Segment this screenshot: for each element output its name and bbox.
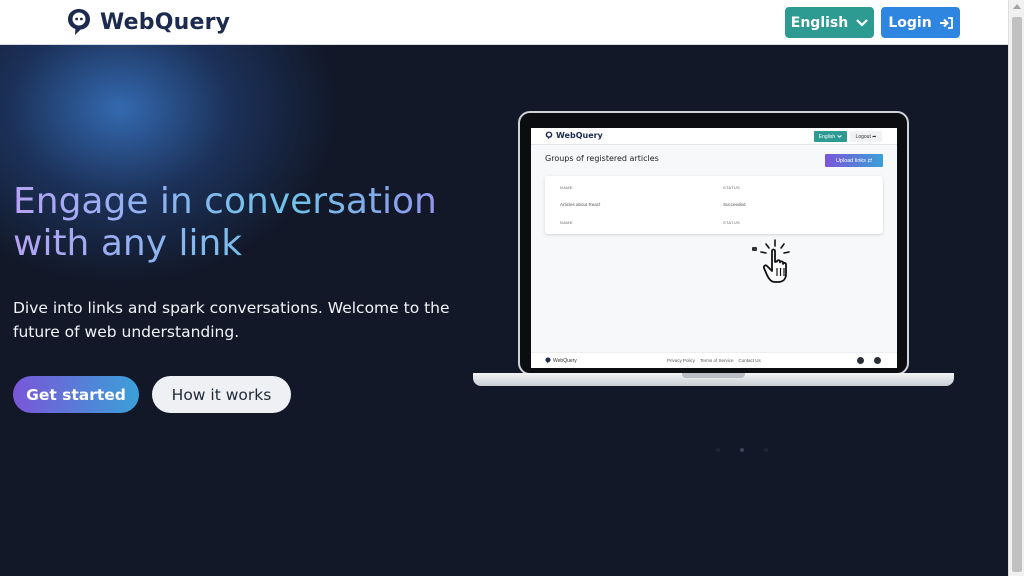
mockup-row-status: Succeeded xyxy=(723,202,746,207)
twitter-icon xyxy=(857,357,864,364)
pointer-hand-icon xyxy=(760,239,790,283)
hero-title-line2: with any link xyxy=(13,223,243,264)
carousel-dot-active[interactable] xyxy=(740,448,744,452)
chat-bubble-icon xyxy=(68,9,90,35)
chat-bubble-icon xyxy=(545,357,551,364)
mockup-footer-links: Privacy Policy Terms of Service Contact … xyxy=(667,358,761,363)
sign-out-icon: ➦ xyxy=(872,133,877,140)
mockup-brand: WebQuery xyxy=(545,131,603,140)
hero-title-line1: Engage in conversation xyxy=(13,181,437,222)
upload-icon: ⇄ xyxy=(867,157,873,164)
mockup-upload-label: Upload links xyxy=(835,157,866,164)
carousel-dot[interactable] xyxy=(764,448,768,452)
mockup-col-status: STATUS xyxy=(723,185,740,190)
language-label: English xyxy=(790,14,849,31)
vertical-scrollbar[interactable] xyxy=(1008,0,1024,576)
scroll-up-arrow-icon[interactable] xyxy=(1013,4,1021,9)
mockup-logout-button: Logout ➦ xyxy=(850,131,882,142)
status-icon xyxy=(752,247,757,251)
scrollbar-thumb[interactable] xyxy=(1012,17,1022,572)
chevron-down-icon xyxy=(837,135,842,138)
brand-name: WebQuery xyxy=(100,9,231,35)
carousel-dot[interactable] xyxy=(716,448,720,452)
mockup-screen: WebQuery English Logout ➦ Groups of regi… xyxy=(531,128,897,368)
mockup-page-title: Groups of registered articles xyxy=(545,154,659,163)
chevron-down-icon xyxy=(856,18,868,27)
mockup-col-name: NAME xyxy=(560,185,573,190)
mockup-col-name: NAME xyxy=(560,220,573,225)
language-button[interactable]: English xyxy=(785,7,874,38)
mockup-footer-link: Privacy Policy xyxy=(667,358,696,363)
mockup-footer-link: Contact Us xyxy=(738,358,761,363)
mockup-col-status: STATUS xyxy=(723,220,740,225)
get-started-button[interactable]: Get started xyxy=(13,376,139,413)
login-label: Login xyxy=(888,14,932,31)
mockup-footer: WebQuery Privacy Policy Terms of Service… xyxy=(531,352,897,368)
mockup-upload-button: Upload links ⇄ xyxy=(825,154,883,167)
mockup-brand-name: WebQuery xyxy=(556,131,603,140)
mockup-table-card: NAME STATUS Articles about React Succeed… xyxy=(545,176,883,234)
mockup-footer-brand: WebQuery xyxy=(545,357,577,364)
mockup-navbar: WebQuery English Logout ➦ xyxy=(531,128,897,145)
laptop-mockup: WebQuery English Logout ➦ Groups of regi… xyxy=(518,111,909,375)
laptop-base xyxy=(473,373,954,386)
top-navbar: WebQuery English Login xyxy=(0,0,1008,45)
mockup-footer-brand-name: WebQuery xyxy=(553,357,577,364)
mockup-logout-label: Logout xyxy=(855,133,871,140)
hero-title: Engage in conversation with any link xyxy=(13,181,473,265)
hero-subtitle: Dive into links and spark conversations.… xyxy=(13,299,450,341)
github-icon xyxy=(874,357,881,364)
mockup-row-name: Articles about React xyxy=(560,202,601,207)
chat-bubble-icon xyxy=(545,131,553,140)
mockup-footer-link: Terms of Service xyxy=(700,358,734,363)
mockup-language-label: English xyxy=(818,133,836,140)
laptop-notch xyxy=(682,373,745,378)
brand[interactable]: WebQuery xyxy=(66,7,230,37)
how-it-works-button[interactable]: How it works xyxy=(152,376,291,413)
mockup-language-button: English xyxy=(814,131,847,142)
sign-in-icon xyxy=(939,16,953,29)
login-button[interactable]: Login xyxy=(881,7,960,38)
